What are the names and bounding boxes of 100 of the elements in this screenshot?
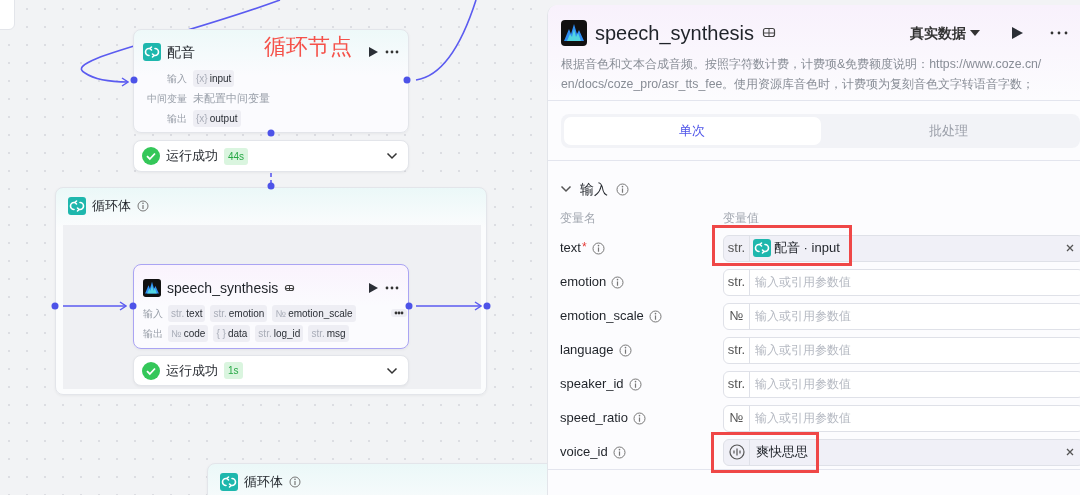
chevron-down-icon[interactable] [386, 366, 398, 375]
field-label: 输入 [143, 306, 163, 321]
info-icon [632, 411, 646, 425]
field-label: 输出 [166, 111, 187, 126]
type-label: str. [724, 337, 750, 363]
audio-icon [728, 444, 745, 460]
param-reference-field[interactable]: str. 配音 · input [723, 234, 1080, 262]
param-input-field[interactable]: № 输入或引用参数值 [723, 404, 1080, 432]
duration-badge: 1s [224, 362, 243, 379]
port-dot[interactable] [130, 76, 138, 84]
info-icon [611, 275, 625, 289]
play-icon[interactable] [1010, 26, 1024, 40]
tab[interactable]: 单次 [564, 117, 821, 145]
type-label: № [724, 405, 750, 431]
plugin-icon [762, 26, 776, 40]
text-input[interactable]: 输入或引用参数值 [750, 303, 1080, 329]
info-icon [628, 377, 642, 391]
run-status-bar[interactable]: 运行成功 44s [133, 140, 409, 172]
node-card[interactable]: speech_synthesis 输入 str. text str. emotion № emotion_scale 输出 № code { } data str. log_id str. msg [133, 264, 409, 349]
section-title: 输入 [580, 179, 608, 199]
text-input[interactable]: 输入或引用参数值 [750, 405, 1080, 431]
info-icon [137, 200, 149, 212]
param-name: text [560, 239, 581, 258]
text-input[interactable]: 输入或引用参数值 [750, 337, 1080, 363]
variable-tag: {x} output [193, 109, 241, 127]
node-title: speech_synthesis [167, 278, 279, 298]
param-input-field[interactable]: № 输入或引用参数值 [723, 302, 1080, 330]
loop-icon [143, 43, 161, 61]
variable-tag: № code [168, 324, 209, 342]
voice-select-field[interactable]: 爽快思思 [723, 438, 1080, 466]
connector-arrow [62, 301, 127, 311]
more-icon[interactable] [385, 285, 399, 291]
data-mode-dropdown[interactable]: 真实数据 [910, 22, 980, 44]
connector-arrow [415, 301, 482, 311]
status-text: 运行成功 [166, 361, 218, 380]
type-label: str. [724, 371, 750, 397]
loop-icon [68, 197, 86, 215]
clear-icon[interactable] [1065, 243, 1075, 253]
play-icon[interactable] [367, 46, 379, 58]
info-icon [618, 343, 632, 357]
required-mark: * [581, 239, 587, 257]
port-dot[interactable] [51, 302, 59, 310]
chevron-down-icon[interactable] [386, 152, 398, 160]
node-title: 循环体 [244, 473, 283, 492]
port-dot[interactable] [483, 302, 491, 310]
type-label: str. [724, 269, 750, 295]
play-icon[interactable] [367, 282, 379, 294]
field-label: 输出 [143, 326, 163, 341]
param-name: voice_id [560, 443, 608, 462]
info-icon [612, 445, 626, 459]
field-value: 未配置中间变量 [193, 90, 270, 106]
text-input[interactable]: 输入或引用参数值 [750, 269, 1080, 295]
variable-tag: str. text [168, 304, 206, 322]
info-icon [616, 182, 629, 196]
port-dot[interactable] [267, 129, 275, 137]
text-input[interactable]: 输入或引用参数值 [750, 371, 1080, 397]
type-label: str. [724, 235, 750, 261]
port-dot[interactable] [129, 302, 137, 310]
param-input-field[interactable]: str. 输入或引用参数值 [723, 268, 1080, 296]
caret-icon [970, 29, 980, 37]
variable-tag: {x} input [193, 69, 235, 87]
clear-icon[interactable] [1065, 447, 1075, 457]
loop-icon [220, 473, 238, 491]
status-text: 运行成功 [166, 147, 218, 166]
success-icon [142, 361, 160, 380]
variable-tag: str. log_id [255, 324, 304, 342]
more-icon[interactable] [1050, 30, 1068, 36]
column-header: 变量名 [560, 210, 597, 227]
variable-tag: str. msg [308, 324, 349, 342]
panel-title: speech_synthesis [595, 21, 754, 47]
info-icon [648, 309, 662, 323]
info-icon [289, 476, 301, 488]
more-button[interactable] [390, 309, 407, 317]
port-dot[interactable] [403, 76, 411, 84]
field-label: 中间变量 [146, 91, 187, 106]
column-header: 变量值 [723, 210, 760, 227]
more-icon[interactable] [385, 49, 399, 55]
waveform-icon [143, 279, 161, 297]
param-input-field[interactable]: str. 输入或引用参数值 [723, 336, 1080, 364]
param-name: speaker_id [560, 375, 624, 394]
node-title: 循环体 [92, 197, 131, 216]
variable-tag: { } data [213, 324, 251, 342]
success-icon [142, 147, 160, 165]
port-dot[interactable] [267, 182, 275, 190]
info-icon [591, 241, 605, 255]
port-dot[interactable] [405, 302, 413, 310]
duration-badge: 44s [224, 147, 249, 165]
variable-tag: № emotion_scale [272, 304, 356, 322]
loop-container[interactable]: 循环体 [207, 463, 547, 495]
variable-tag: str. emotion [210, 304, 268, 322]
annotation-text: 循环节点 [264, 33, 352, 61]
param-name: language [560, 341, 614, 360]
description: 根据音色和文本合成音频。按照字符数计费，计费项&免费额度说明：https://www.coze.cn/ en/docs/coze_pro/asr_tts_fee。使用资源库音色时，计费项为复刻音色文字转语音字数； [561, 56, 1043, 93]
type-label: № [724, 303, 750, 329]
param-name: emotion [560, 273, 607, 292]
node-title: 配音 [167, 42, 195, 62]
chevron-icon[interactable] [560, 183, 572, 195]
param-name: emotion_scale [560, 307, 644, 326]
param-input-field[interactable]: str. 输入或引用参数值 [723, 370, 1080, 398]
run-status-bar[interactable]: 运行成功 1s [133, 355, 409, 386]
